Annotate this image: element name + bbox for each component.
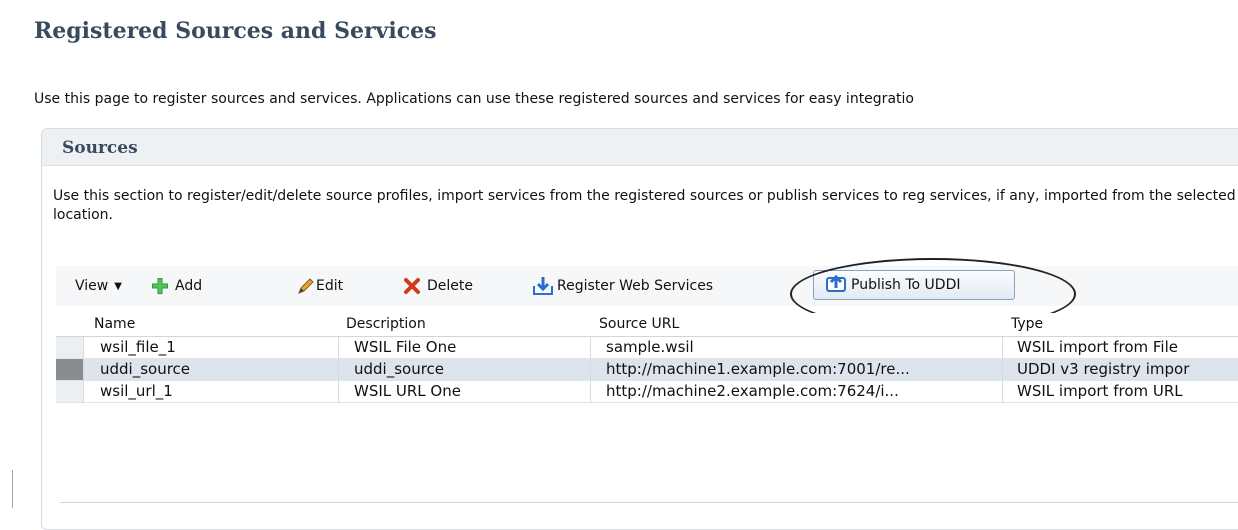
cell-type: WSIL import from URL bbox=[1017, 382, 1183, 400]
table-row[interactable]: uddi_source uddi_source http://machine1.… bbox=[56, 359, 1238, 381]
cell-description: WSIL File One bbox=[354, 338, 457, 356]
table-bottom-divider bbox=[60, 502, 1238, 503]
cell-source-url: http://machine1.example.com:7001/re... bbox=[606, 360, 910, 378]
pencil-icon bbox=[297, 277, 315, 295]
column-divider bbox=[1002, 337, 1003, 403]
plus-icon bbox=[151, 277, 169, 295]
register-arrow-icon bbox=[533, 276, 555, 296]
row-selector[interactable] bbox=[56, 337, 84, 358]
table-row[interactable]: wsil_file_1 WSIL File One sample.wsil WS… bbox=[56, 337, 1238, 359]
cell-description: uddi_source bbox=[354, 360, 445, 378]
table-header: Name Description Source URL Type bbox=[56, 313, 1238, 337]
publish-to-uddi-button[interactable]: Publish To UDDI bbox=[813, 270, 1015, 300]
publish-to-uddi-label: Publish To UDDI bbox=[851, 277, 961, 293]
cell-name: wsil_url_1 bbox=[100, 382, 173, 400]
page-description: Use this page to register sources and se… bbox=[34, 91, 914, 107]
page-title: Registered Sources and Services bbox=[34, 18, 437, 44]
delete-button[interactable]: Delete bbox=[403, 275, 473, 297]
cell-type: WSIL import from File bbox=[1017, 338, 1178, 356]
register-web-services-label: Register Web Services bbox=[557, 278, 714, 294]
edit-button[interactable]: Edit bbox=[297, 275, 343, 297]
sources-panel-description: Use this section to register/edit/delete… bbox=[53, 188, 1238, 223]
add-button[interactable]: Add bbox=[151, 275, 202, 297]
sources-panel-title: Sources bbox=[62, 138, 138, 158]
cell-name: uddi_source bbox=[100, 360, 191, 378]
table-row[interactable]: wsil_url_1 WSIL URL One http://machine2.… bbox=[56, 381, 1238, 403]
cell-source-url: http://machine2.example.com:7624/i... bbox=[606, 382, 899, 400]
delete-button-label: Delete bbox=[427, 278, 473, 294]
chevron-down-icon: ▼ bbox=[114, 280, 122, 292]
view-menu-label: View bbox=[75, 278, 109, 294]
sources-toolbar: View ▼ Add Edit Delete Register Web Serv… bbox=[56, 266, 1238, 306]
cell-name: wsil_file_1 bbox=[100, 338, 176, 356]
cell-type: UDDI v3 registry impor bbox=[1017, 360, 1190, 378]
column-header-type[interactable]: Type bbox=[1011, 316, 1043, 332]
publish-upload-icon bbox=[826, 273, 846, 297]
column-header-name[interactable]: Name bbox=[94, 316, 135, 332]
column-header-description[interactable]: Description bbox=[346, 316, 426, 332]
view-menu-button[interactable]: View ▼ bbox=[75, 275, 122, 297]
x-icon bbox=[403, 277, 421, 295]
column-divider bbox=[338, 337, 339, 403]
row-selector[interactable] bbox=[56, 381, 84, 402]
cell-description: WSIL URL One bbox=[354, 382, 461, 400]
row-selector[interactable] bbox=[56, 359, 84, 380]
add-button-label: Add bbox=[175, 278, 203, 294]
register-web-services-button[interactable]: Register Web Services bbox=[533, 275, 713, 297]
column-header-source-url[interactable]: Source URL bbox=[599, 316, 679, 332]
edit-button-label: Edit bbox=[316, 278, 344, 294]
cell-source-url: sample.wsil bbox=[606, 338, 694, 356]
column-divider bbox=[590, 337, 591, 403]
left-divider bbox=[12, 470, 13, 508]
sources-panel-header[interactable]: Sources bbox=[42, 129, 1238, 166]
